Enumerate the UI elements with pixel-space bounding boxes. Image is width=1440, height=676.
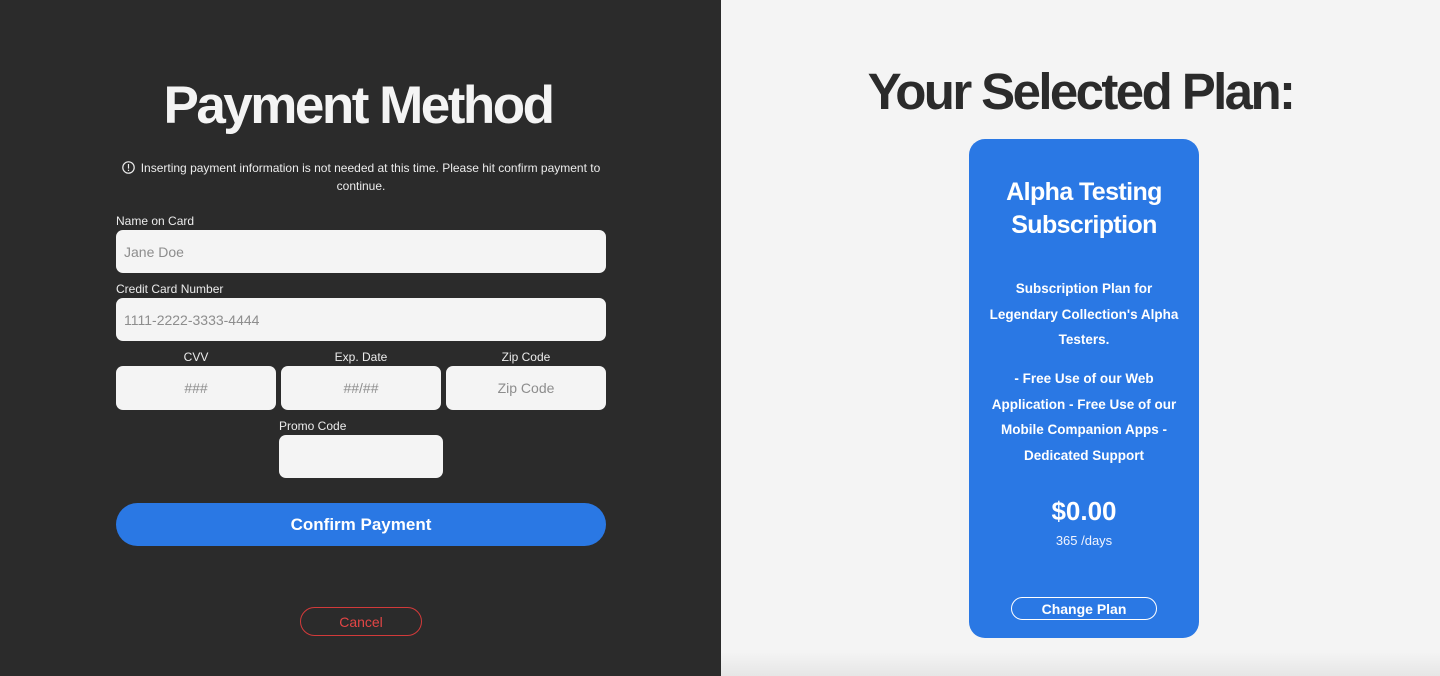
cvv-input[interactable] [116, 366, 276, 410]
plan-description: Subscription Plan for Legendary Collecti… [989, 281, 1179, 347]
exp-date-input[interactable] [281, 366, 441, 410]
cancel-button[interactable]: Cancel [300, 607, 422, 636]
selected-plan-heading: Your Selected Plan: [867, 63, 1296, 120]
confirm-payment-button[interactable]: Confirm Payment [116, 503, 606, 546]
change-plan-button[interactable]: Change Plan [1011, 597, 1157, 620]
payment-panel: Payment Method Inserting payment informa… [0, 0, 721, 676]
name-on-card-label: Name on Card [116, 214, 195, 228]
panel-bottom-shadow [721, 652, 1440, 676]
plan-features: - Free Use of our Web Application - Free… [991, 371, 1177, 463]
exp-date-label: Exp. Date [334, 350, 388, 364]
payment-notice-text: Inserting payment information is not nee… [140, 161, 601, 193]
plan-card: Alpha Testing Subscription Subscription … [969, 139, 1199, 638]
credit-card-number-input[interactable] [116, 298, 606, 341]
promo-code-label: Promo Code [279, 419, 347, 433]
zip-code-input[interactable] [446, 366, 606, 410]
selected-plan-panel: Your Selected Plan: Alpha Testing Subscr… [721, 0, 1440, 676]
promo-code-input[interactable] [279, 435, 443, 478]
credit-card-number-label: Credit Card Number [116, 282, 224, 296]
payment-method-title: Payment Method [163, 76, 555, 135]
plan-price: $0.00 [1051, 496, 1117, 526]
plan-period: 365 /days [1055, 533, 1113, 548]
payment-notice: Inserting payment information is not nee… [116, 159, 606, 195]
info-circle-icon [121, 161, 135, 174]
zip-code-label: Zip Code [501, 350, 551, 364]
plan-name: Alpha Testing Subscription [1006, 178, 1162, 239]
cvv-label: CVV [183, 350, 209, 364]
name-on-card-input[interactable] [116, 230, 606, 273]
